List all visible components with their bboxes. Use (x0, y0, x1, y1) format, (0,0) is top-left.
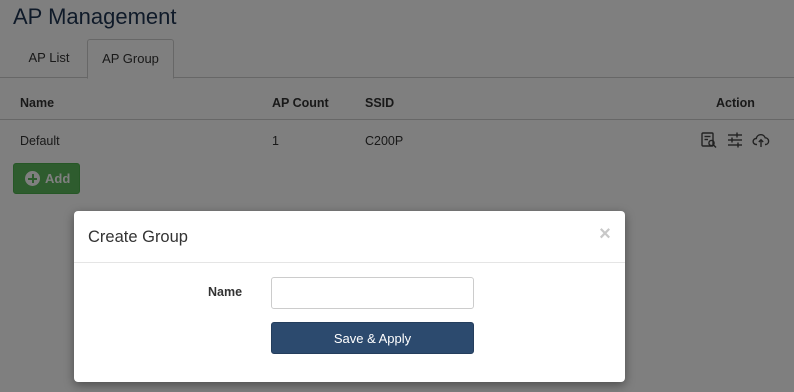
dialog-title: Create Group (88, 228, 188, 246)
save-and-apply-button[interactable]: Save & Apply (271, 322, 474, 354)
name-field-label: Name (208, 285, 243, 299)
create-group-dialog: Create Group × Name Save & Apply (74, 211, 625, 382)
group-name-input[interactable] (271, 277, 474, 309)
close-icon[interactable]: × (597, 223, 613, 245)
dialog-header: Create Group × (74, 211, 625, 263)
